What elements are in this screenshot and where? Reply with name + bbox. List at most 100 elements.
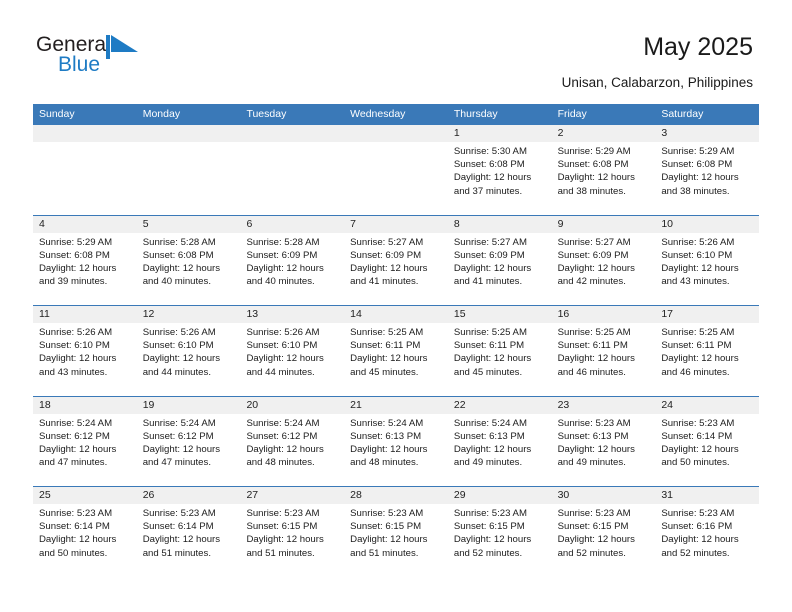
calendar-day-cell[interactable]: 21 Sunrise: 5:24 AM Sunset: 6:13 PM Dayligh…: [344, 396, 448, 486]
day-details: Sunrise: 5:23 AM Sunset: 6:15 PM Daylight:…: [552, 504, 656, 560]
day-number: [240, 125, 345, 142]
daylight-text-line1: Daylight: 12 hours: [246, 443, 324, 455]
daylight-text-line1: Daylight: 12 hours: [453, 443, 532, 455]
calendar-day-cell[interactable]: 6 Sunrise: 5:28 AM Sunset: 6:09 PM Daylight…: [240, 215, 345, 305]
sunrise-text: Sunrise: 5:23 AM: [39, 508, 113, 519]
daylight-text-line1: Daylight: 12 hours: [661, 534, 739, 546]
calendar-day-cell[interactable]: 31 Sunrise: 5:23 AM Sunset: 6:16 PM Dayligh…: [655, 487, 760, 577]
sunset-text: Sunset: 6:13 PM: [350, 430, 422, 442]
daylight-text-line2: and 52 minutes.: [661, 547, 730, 559]
calendar-day-cell[interactable]: 27 Sunrise: 5:23 AM Sunset: 6:15 PM Dayligh…: [240, 487, 345, 577]
sunset-text: Sunset: 6:10 PM: [39, 340, 110, 352]
sunset-text: Sunset: 6:10 PM: [142, 340, 214, 352]
day-number: [33, 125, 137, 142]
calendar-day-cell[interactable]: 17 Sunrise: 5:25 AM Sunset: 6:11 PM Dayligh…: [655, 306, 760, 396]
calendar-day-cell[interactable]: 30 Sunrise: 5:23 AM Sunset: 6:15 PM Dayligh…: [551, 487, 656, 577]
day-details: Sunrise: 5:25 AM Sunset: 6:11 PM Daylight:…: [448, 323, 552, 379]
day-number: 21: [344, 396, 448, 414]
daylight-text-line2: and 41 minutes.: [350, 276, 419, 288]
sunset-text: Sunset: 6:15 PM: [246, 521, 318, 533]
daylight-text-line1: Daylight: 12 hours: [453, 262, 532, 274]
calendar-day-cell[interactable]: 1 Sunrise: 5:30 AM Sunset: 6:08 PM Daylight…: [447, 125, 552, 215]
sunrise-text: Sunrise: 5:29 AM: [557, 146, 631, 157]
calendar-day-cell[interactable]: 7 Sunrise: 5:27 AM Sunset: 6:09 PM Daylight…: [344, 215, 448, 305]
sunset-text: Sunset: 6:10 PM: [661, 249, 733, 261]
day-number: 11: [33, 306, 137, 323]
calendar-day-cell[interactable]: 19 Sunrise: 5:24 AM Sunset: 6:12 PM Dayligh…: [136, 396, 241, 486]
calendar-day-cell[interactable]: 9 Sunrise: 5:27 AM Sunset: 6:09 PM Daylight…: [551, 215, 656, 305]
calendar-day-cell[interactable]: 12 Sunrise: 5:26 AM Sunset: 6:10 PM Dayligh…: [136, 306, 241, 396]
sunset-text: Sunset: 6:15 PM: [350, 521, 422, 533]
calendar-day-cell[interactable]: 13 Sunrise: 5:26 AM Sunset: 6:10 PM Dayligh…: [240, 306, 345, 396]
weekday-header-friday: Friday: [557, 108, 587, 120]
daylight-text-line1: Daylight: 12 hours: [661, 172, 739, 184]
daylight-text-line2: and 49 minutes.: [557, 457, 626, 469]
day-number: 6: [240, 215, 345, 233]
calendar-day-cell[interactable]: 28 Sunrise: 5:23 AM Sunset: 6:15 PM Dayligh…: [344, 487, 448, 577]
weekday-header-saturday: Saturday: [661, 108, 704, 120]
sunrise-text: Sunrise: 5:27 AM: [557, 236, 631, 248]
sunrise-text: Sunrise: 5:26 AM: [142, 327, 216, 338]
calendar-week-row: 1 Sunrise: 5:30 AM Sunset: 6:08 PM Daylight…: [33, 125, 760, 215]
daylight-text-line1: Daylight: 12 hours: [142, 262, 221, 274]
flag-icon: [106, 35, 138, 59]
calendar-day-cell[interactable]: 26 Sunrise: 5:23 AM Sunset: 6:14 PM Dayligh…: [136, 487, 241, 577]
sunset-text: Sunset: 6:14 PM: [661, 430, 733, 442]
calendar-day-cell[interactable]: 25 Sunrise: 5:23 AM Sunset: 6:14 PM Dayligh…: [33, 487, 137, 577]
sunrise-text: Sunrise: 5:24 AM: [39, 417, 113, 429]
daylight-text-line2: and 49 minutes.: [453, 457, 523, 469]
calendar-day-cell[interactable]: 23 Sunrise: 5:23 AM Sunset: 6:13 PM Dayligh…: [551, 396, 656, 486]
day-number: 23: [551, 396, 656, 414]
sunrise-text: Sunrise: 5:25 AM: [661, 327, 735, 338]
calendar-day-cell[interactable]: 15 Sunrise: 5:25 AM Sunset: 6:11 PM Dayligh…: [447, 306, 552, 396]
calendar-day-cell[interactable]: 3 Sunrise: 5:29 AM Sunset: 6:08 PM Daylight…: [655, 125, 760, 215]
sunset-text: Sunset: 6:13 PM: [453, 430, 525, 442]
daylight-text-line2: and 43 minutes.: [661, 276, 730, 288]
daylight-text-line2: and 50 minutes.: [661, 457, 730, 469]
daylight-text-line2: and 52 minutes.: [453, 547, 523, 559]
day-details: Sunrise: 5:28 AM Sunset: 6:08 PM Daylight:…: [137, 233, 241, 289]
calendar-day-cell[interactable]: 14 Sunrise: 5:25 AM Sunset: 6:11 PM Dayligh…: [344, 306, 448, 396]
general-blue-logo[interactable]: General Blue: [36, 33, 156, 83]
weekday-header-row: Sunday Monday Tuesday Wednesday Thursday Frid…: [33, 104, 759, 125]
daylight-text-line1: Daylight: 12 hours: [246, 534, 324, 546]
calendar-day-cell[interactable]: 18 Sunrise: 5:24 AM Sunset: 6:12 PM Dayligh…: [33, 396, 137, 486]
sunrise-text: Sunrise: 5:30 AM: [453, 146, 527, 157]
sunrise-text: Sunrise: 5:29 AM: [661, 146, 735, 157]
day-number: 1: [447, 125, 552, 142]
sunset-text: Sunset: 6:09 PM: [557, 249, 629, 261]
calendar-day-cell[interactable]: 20 Sunrise: 5:24 AM Sunset: 6:12 PM Dayligh…: [240, 396, 345, 486]
day-details: Sunrise: 5:27 AM Sunset: 6:09 PM Daylight:…: [448, 233, 552, 289]
daylight-text-line1: Daylight: 12 hours: [557, 172, 635, 184]
daylight-text-line2: and 38 minutes.: [661, 185, 730, 197]
sunrise-text: Sunrise: 5:28 AM: [142, 236, 216, 248]
calendar-day-cell[interactable]: 29 Sunrise: 5:23 AM Sunset: 6:15 PM Dayligh…: [447, 487, 552, 577]
daylight-text-line2: and 41 minutes.: [453, 276, 523, 288]
sunrise-text: Sunrise: 5:24 AM: [350, 417, 424, 429]
day-number: 17: [655, 306, 760, 323]
daylight-text-line2: and 37 minutes.: [453, 185, 523, 197]
calendar-day-cell[interactable]: 2 Sunrise: 5:29 AM Sunset: 6:08 PM Daylight…: [551, 125, 656, 215]
calendar-day-cell[interactable]: 8 Sunrise: 5:27 AM Sunset: 6:09 PM Daylight…: [447, 215, 552, 305]
sunset-text: Sunset: 6:11 PM: [350, 340, 421, 352]
calendar-day-cell-empty: [344, 125, 448, 215]
day-number: 10: [655, 215, 760, 233]
calendar-day-cell[interactable]: 16 Sunrise: 5:25 AM Sunset: 6:11 PM Dayligh…: [551, 306, 656, 396]
sunrise-text: Sunrise: 5:24 AM: [453, 417, 527, 429]
calendar-day-cell[interactable]: 22 Sunrise: 5:24 AM Sunset: 6:13 PM Dayligh…: [447, 396, 552, 486]
daylight-text-line2: and 51 minutes.: [350, 547, 419, 559]
sunset-text: Sunset: 6:14 PM: [142, 521, 214, 533]
daylight-text-line1: Daylight: 12 hours: [557, 443, 635, 455]
daylight-text-line2: and 45 minutes.: [453, 366, 523, 378]
day-details: Sunrise: 5:29 AM Sunset: 6:08 PM Daylight:…: [552, 142, 656, 198]
sunrise-text: Sunrise: 5:24 AM: [142, 417, 216, 429]
daylight-text-line1: Daylight: 12 hours: [39, 262, 117, 274]
calendar-day-cell[interactable]: 4 Sunrise: 5:29 AM Sunset: 6:08 PM Daylight…: [33, 215, 137, 305]
sunrise-text: Sunrise: 5:23 AM: [557, 417, 631, 429]
calendar-day-cell[interactable]: 5 Sunrise: 5:28 AM Sunset: 6:08 PM Daylight…: [136, 215, 241, 305]
calendar-day-cell[interactable]: 11 Sunrise: 5:26 AM Sunset: 6:10 PM Dayligh…: [33, 306, 137, 396]
calendar-day-cell[interactable]: 10 Sunrise: 5:26 AM Sunset: 6:10 PM Dayligh…: [655, 215, 760, 305]
calendar-day-cell[interactable]: 24 Sunrise: 5:23 AM Sunset: 6:14 PM Dayligh…: [655, 396, 760, 486]
day-number: 9: [551, 215, 656, 233]
sunrise-text: Sunrise: 5:25 AM: [453, 327, 527, 338]
